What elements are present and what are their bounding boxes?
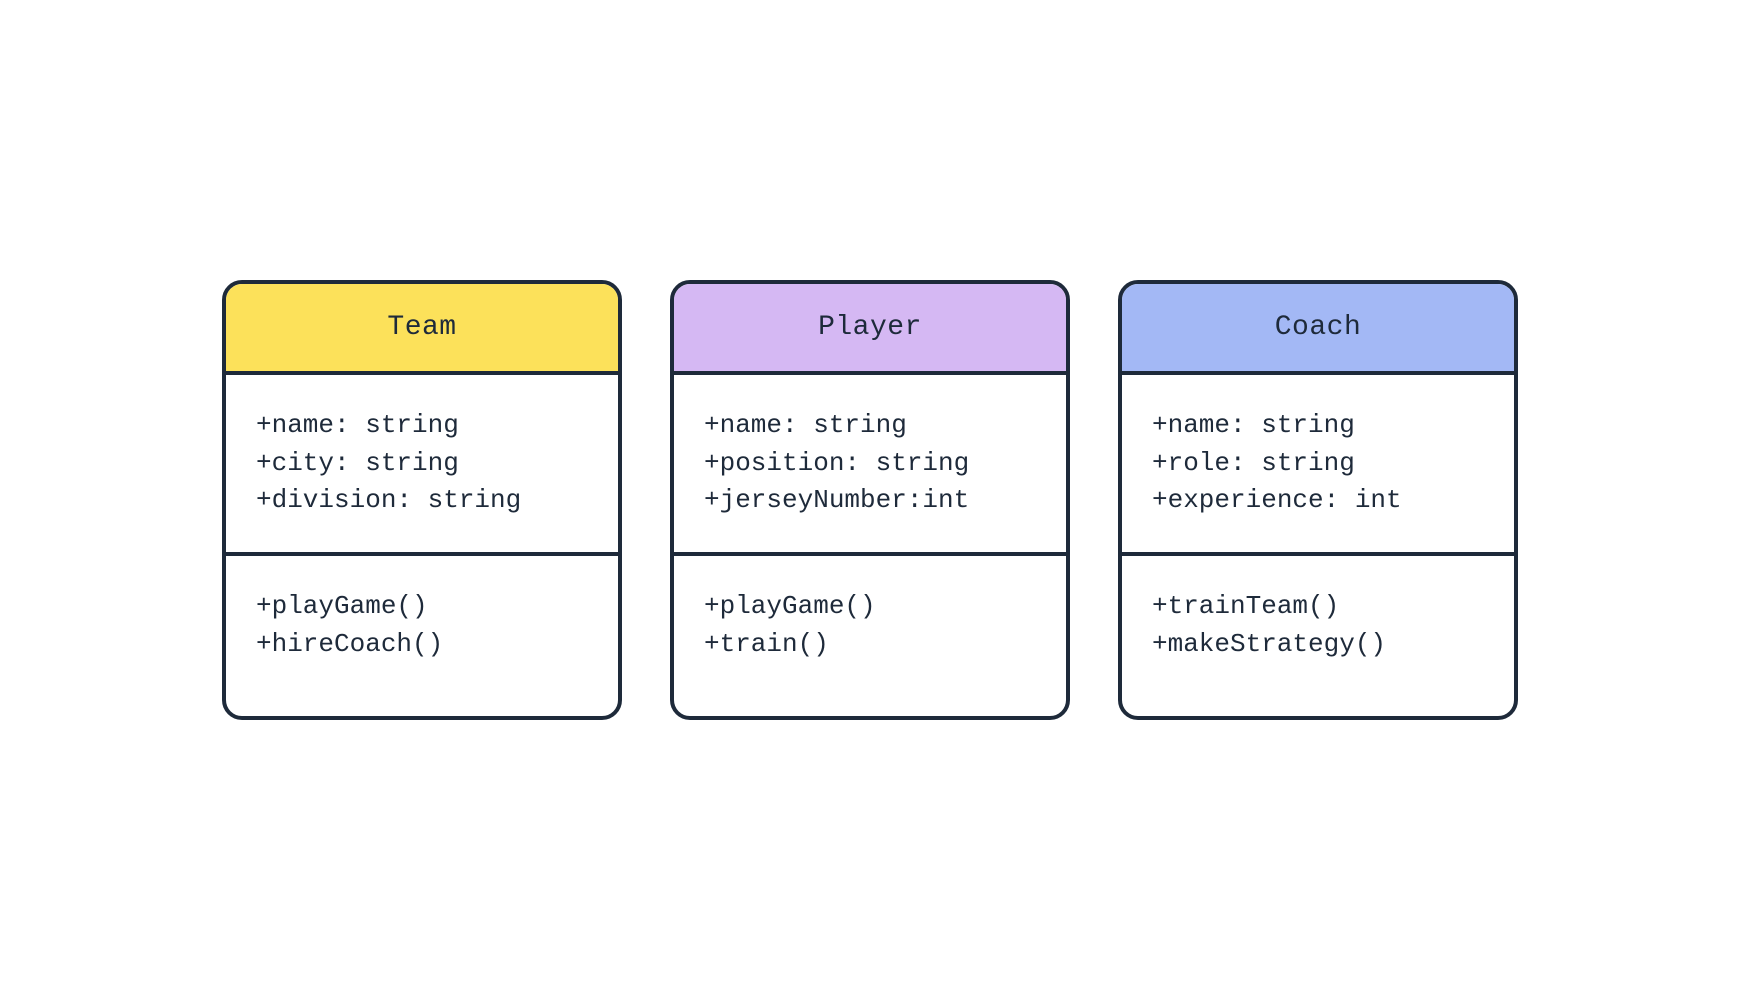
attribute: +experience: int bbox=[1152, 482, 1484, 520]
methods-section: +playGame() +hireCoach() bbox=[226, 556, 618, 716]
uml-diagram-container: Team +name: string +city: string +divisi… bbox=[222, 280, 1518, 720]
attribute: +name: string bbox=[256, 407, 588, 445]
attributes-section: +name: string +position: string +jerseyN… bbox=[674, 375, 1066, 556]
method: +trainTeam() bbox=[1152, 588, 1484, 626]
method: +playGame() bbox=[256, 588, 588, 626]
attribute: +role: string bbox=[1152, 445, 1484, 483]
class-header: Player bbox=[674, 284, 1066, 375]
attribute: +division: string bbox=[256, 482, 588, 520]
class-box-coach: Coach +name: string +role: string +exper… bbox=[1118, 280, 1518, 720]
class-box-player: Player +name: string +position: string +… bbox=[670, 280, 1070, 720]
attributes-section: +name: string +role: string +experience:… bbox=[1122, 375, 1514, 556]
method: +train() bbox=[704, 626, 1036, 664]
attribute: +name: string bbox=[704, 407, 1036, 445]
class-box-team: Team +name: string +city: string +divisi… bbox=[222, 280, 622, 720]
method: +makeStrategy() bbox=[1152, 626, 1484, 664]
methods-section: +trainTeam() +makeStrategy() bbox=[1122, 556, 1514, 716]
attribute: +name: string bbox=[1152, 407, 1484, 445]
attribute: +position: string bbox=[704, 445, 1036, 483]
methods-section: +playGame() +train() bbox=[674, 556, 1066, 716]
class-name: Team bbox=[387, 312, 456, 343]
method: +hireCoach() bbox=[256, 626, 588, 664]
attributes-section: +name: string +city: string +division: s… bbox=[226, 375, 618, 556]
class-name: Player bbox=[818, 312, 922, 343]
method: +playGame() bbox=[704, 588, 1036, 626]
attribute: +city: string bbox=[256, 445, 588, 483]
class-name: Coach bbox=[1275, 312, 1362, 343]
class-header: Coach bbox=[1122, 284, 1514, 375]
class-header: Team bbox=[226, 284, 618, 375]
attribute: +jerseyNumber:int bbox=[704, 482, 1036, 520]
